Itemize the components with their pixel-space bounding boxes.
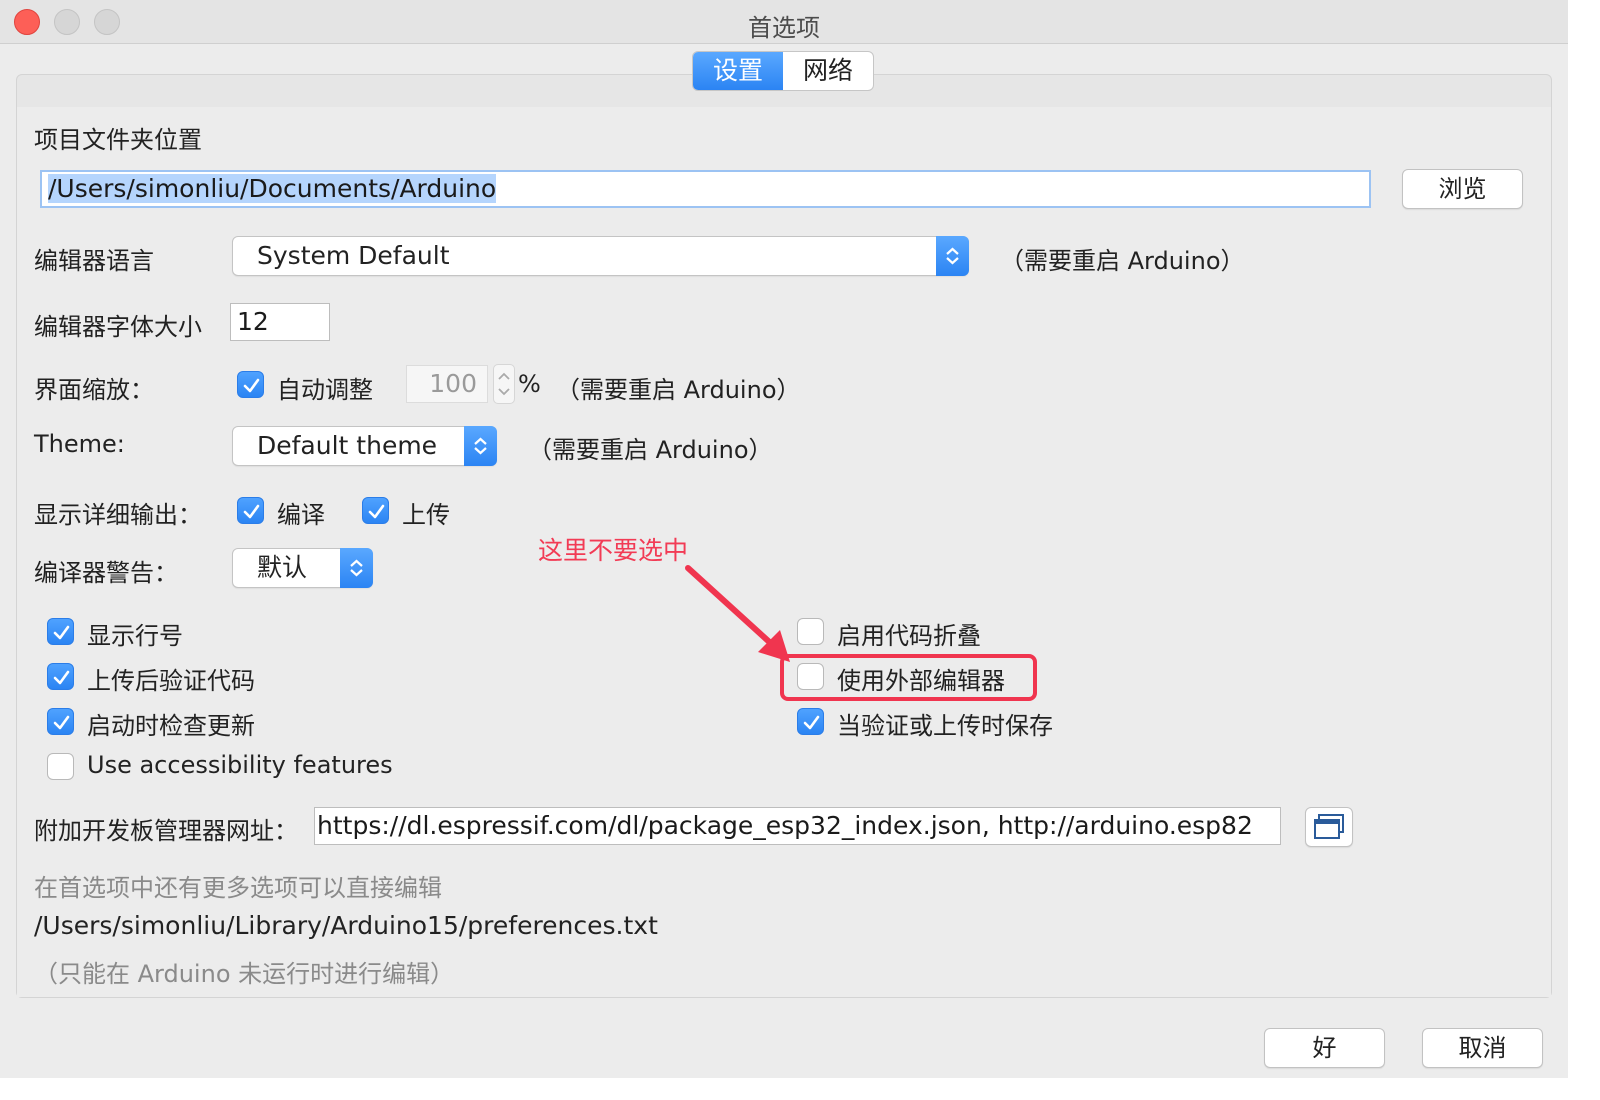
scale-input[interactable]: 100: [406, 365, 488, 403]
font-size-label: 编辑器字体大小: [34, 313, 202, 341]
ok-button[interactable]: 好: [1264, 1028, 1385, 1068]
verify-after-upload-label: 上传后验证代码: [87, 667, 255, 695]
editor-language-select[interactable]: System Default: [232, 236, 969, 276]
board-urls-input[interactable]: https://dl.espressif.com/dl/package_esp3…: [314, 807, 1281, 845]
editor-language-label: 编辑器语言: [34, 247, 154, 275]
verbose-upload-label: 上传: [402, 501, 450, 529]
show-line-numbers-label: 显示行号: [87, 622, 183, 650]
checkmark-icon: [803, 715, 820, 730]
save-on-verify-checkbox[interactable]: [797, 708, 824, 735]
title-bar: 首选项: [0, 0, 1568, 44]
preferences-window: 首选项 设置 网络 项目文件夹位置 /Users/simonliu/Docume…: [0, 0, 1568, 1078]
cancel-button[interactable]: 取消: [1422, 1028, 1543, 1068]
font-size-input[interactable]: 12: [230, 303, 330, 341]
tab-bar: 设置 网络: [692, 51, 874, 91]
theme-label: Theme:: [34, 430, 125, 458]
prefs-file-path: /Users/simonliu/Library/Arduino15/prefer…: [34, 911, 658, 940]
check-updates-checkbox[interactable]: [47, 708, 74, 735]
settings-panel: [16, 74, 1552, 998]
window-list-icon: [1314, 814, 1344, 839]
more-prefs-hint: 在首选项中还有更多选项可以直接编辑: [34, 874, 442, 902]
check-updates-label: 启动时检查更新: [87, 712, 255, 740]
annotation-arrow-icon: [685, 565, 790, 662]
chevron-updown-icon: [936, 236, 969, 276]
stepper-arrows-icon: [498, 372, 510, 396]
browse-button[interactable]: 浏览: [1402, 169, 1523, 209]
board-urls-label: 附加开发板管理器网址：: [34, 817, 298, 845]
window-title: 首选项: [748, 14, 820, 42]
editor-language-note: （需要重启 Arduino）: [1000, 247, 1245, 275]
accessibility-label: Use accessibility features: [87, 751, 393, 779]
scale-stepper[interactable]: [493, 364, 515, 404]
compiler-warnings-label: 编译器警告：: [34, 559, 178, 587]
verbose-label: 显示详细输出：: [34, 501, 202, 529]
tab-settings[interactable]: 设置: [693, 52, 783, 90]
theme-value: Default theme: [257, 431, 438, 460]
editor-language-value: System Default: [257, 241, 450, 270]
checkmark-icon: [53, 625, 70, 640]
interface-scale-note: （需要重启 Arduino）: [556, 376, 801, 404]
verbose-compile-checkbox[interactable]: [237, 497, 264, 524]
annotation-highlight-box: [780, 654, 1037, 701]
verbose-compile-label: 编译: [277, 501, 325, 529]
edit-urls-button[interactable]: [1305, 807, 1353, 847]
interface-scale-label: 界面缩放：: [34, 376, 154, 404]
prefs-edit-note: （只能在 Arduino 未运行时进行编辑）: [34, 960, 455, 988]
chevron-updown-icon: [340, 548, 373, 588]
chevron-updown-icon: [464, 426, 497, 466]
tab-network[interactable]: 网络: [783, 52, 873, 90]
auto-scale-checkbox[interactable]: [237, 371, 264, 398]
verify-after-upload-checkbox[interactable]: [47, 663, 74, 690]
code-folding-checkbox[interactable]: [797, 618, 824, 645]
code-folding-label: 启用代码折叠: [837, 622, 981, 650]
theme-select[interactable]: Default theme: [232, 426, 497, 466]
percent-sign: %: [518, 370, 541, 398]
theme-note: （需要重启 Arduino）: [528, 436, 773, 464]
verbose-upload-checkbox[interactable]: [362, 497, 389, 524]
compiler-warnings-value: 默认: [257, 553, 308, 582]
sketchbook-path-input[interactable]: /Users/simonliu/Documents/Arduino: [40, 170, 1371, 208]
annotation-text: 这里不要选中: [538, 536, 689, 565]
auto-scale-label: 自动调整: [277, 376, 373, 404]
checkmark-icon: [243, 504, 260, 519]
compiler-warnings-select[interactable]: 默认: [232, 548, 373, 588]
sketchbook-path-value: /Users/simonliu/Documents/Arduino: [48, 174, 497, 203]
accessibility-checkbox[interactable]: [47, 753, 74, 780]
checkmark-icon: [368, 504, 385, 519]
checkmark-icon: [53, 715, 70, 730]
save-on-verify-label: 当验证或上传时保存: [837, 712, 1053, 740]
checkmark-icon: [243, 378, 260, 393]
sketchbook-label: 项目文件夹位置: [34, 126, 202, 154]
checkmark-icon: [53, 670, 70, 685]
show-line-numbers-checkbox[interactable]: [47, 618, 74, 645]
